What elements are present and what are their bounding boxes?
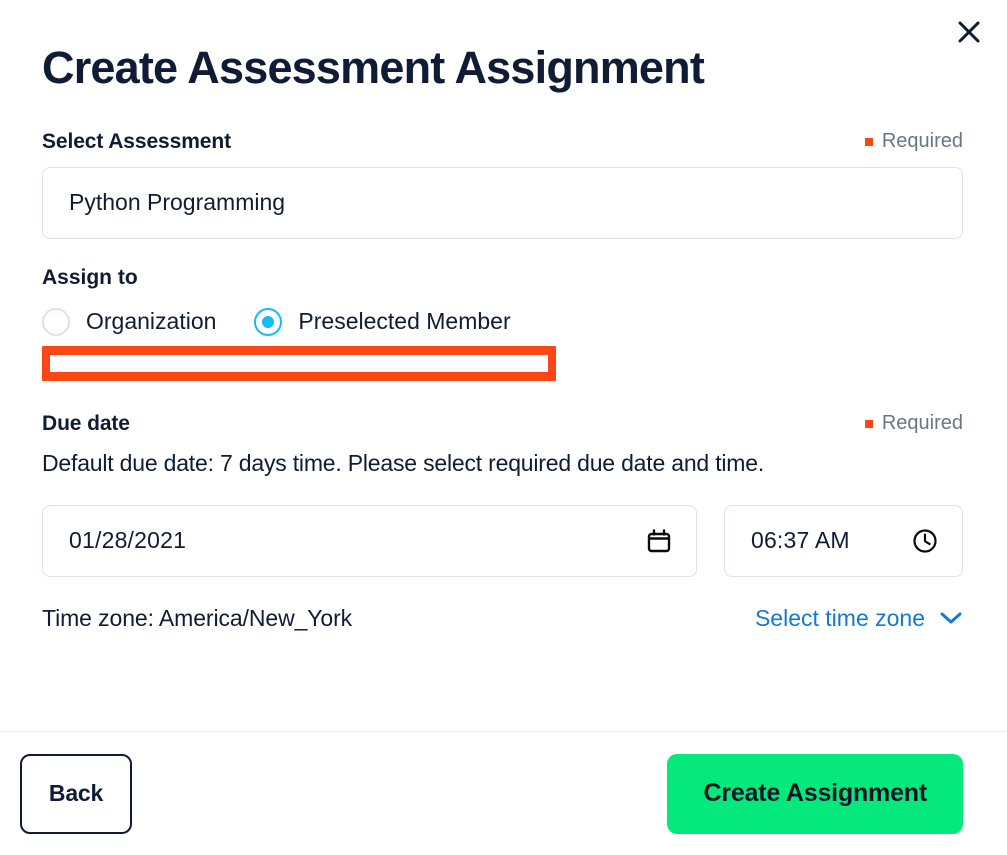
due-date-value: 01/28/2021 [69, 527, 186, 554]
radio-unchecked-icon [42, 308, 70, 336]
radio-option-organization[interactable]: Organization [42, 308, 216, 336]
select-assessment-label-row: Select Assessment Required [42, 130, 963, 154]
clock-icon[interactable] [911, 527, 939, 555]
calendar-icon[interactable] [645, 527, 673, 555]
modal-footer: Back Create Assignment [0, 732, 1007, 855]
create-assignment-button[interactable]: Create Assignment [667, 754, 963, 834]
required-dot-icon [865, 420, 873, 428]
due-time-value: 06:37 AM [751, 527, 850, 554]
due-date-required-text: Required [882, 412, 963, 435]
assessment-selected-value: Python Programming [69, 189, 285, 216]
page-title: Create Assessment Assignment [42, 44, 963, 92]
due-date-input[interactable]: 01/28/2021 [42, 505, 697, 577]
due-date-label-row: Due date Required [42, 412, 963, 436]
chevron-down-icon [939, 610, 963, 626]
back-button[interactable]: Back [20, 754, 132, 834]
due-date-fields-row: 01/28/2021 06:37 AM [42, 505, 963, 577]
assessment-required-badge: Required [865, 130, 963, 153]
radio-checked-icon [254, 308, 282, 336]
required-dot-icon [865, 138, 873, 146]
assessment-select-input[interactable]: Python Programming [42, 167, 963, 239]
assign-to-label: Assign to [42, 266, 963, 290]
select-time-zone-label: Select time zone [755, 605, 925, 632]
select-time-zone-button[interactable]: Select time zone [755, 605, 963, 632]
due-time-input[interactable]: 06:37 AM [724, 505, 963, 577]
select-assessment-label: Select Assessment [42, 130, 231, 154]
radio-label-organization: Organization [86, 308, 216, 335]
modal-body: Create Assessment Assignment Select Asse… [0, 0, 1007, 632]
member-select-input[interactable] [50, 355, 548, 372]
due-date-required-badge: Required [865, 412, 963, 435]
due-date-label: Due date [42, 412, 130, 436]
radio-label-preselected-member: Preselected Member [298, 308, 510, 335]
time-zone-row: Time zone: America/New_York Select time … [42, 605, 963, 632]
time-zone-current: Time zone: America/New_York [42, 605, 352, 632]
assign-to-radio-group: Organization Preselected Member [42, 308, 963, 336]
due-date-helper-text: Default due date: 7 days time. Please se… [42, 450, 963, 477]
member-select-highlight [42, 346, 556, 381]
assessment-required-text: Required [882, 130, 963, 153]
radio-option-preselected-member[interactable]: Preselected Member [254, 308, 510, 336]
